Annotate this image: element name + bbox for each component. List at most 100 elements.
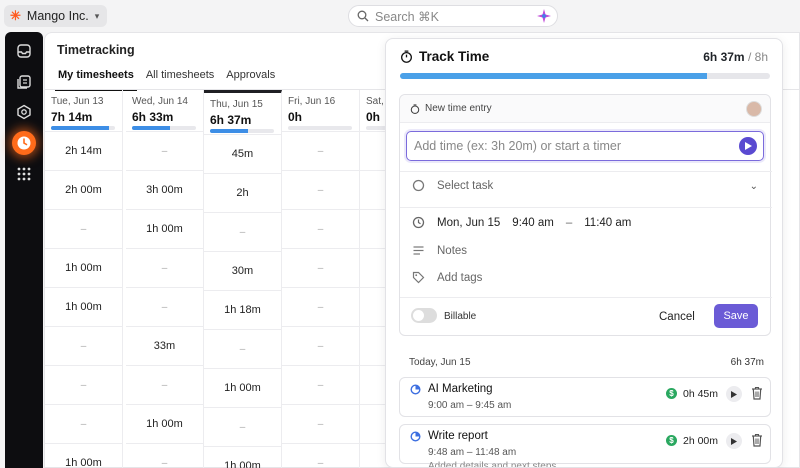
time-cell[interactable]: 1h 00m	[126, 405, 203, 444]
left-rail	[5, 32, 43, 468]
tags-row[interactable]: Add tags	[412, 271, 482, 284]
time-cell[interactable]: 1h 00m	[45, 249, 122, 288]
time-cell[interactable]: 1h 00m	[45, 444, 122, 468]
time-cell[interactable]: 2h 14m	[45, 132, 122, 171]
tab-my-timesheets[interactable]: My timesheets	[55, 69, 137, 91]
add-time-input[interactable]: Add time (ex: 3h 20m) or start a timer	[406, 131, 764, 161]
time-cell[interactable]: 2h 00m	[45, 171, 122, 210]
time-cell[interactable]: 1h 00m	[45, 288, 122, 327]
day-column: Thu, Jun 15 6h 37m 45m 2h –30m 1h 18m –1h 00m –…	[204, 90, 282, 468]
time-cell[interactable]: 1h 00m	[126, 210, 203, 249]
time-cell[interactable]: 45m	[204, 135, 281, 174]
timesheet-grid: Tue, Jun 13 7h 14m 2h 14m 2h 00m –1h 00m 1h 0…	[45, 90, 390, 468]
rail-timetracking[interactable]	[12, 131, 36, 155]
entry-end-time[interactable]: 11:40 am	[584, 217, 631, 229]
time-cell[interactable]: 3h 00m	[126, 171, 203, 210]
time-cell[interactable]: –	[282, 249, 359, 288]
day-label: Thu, Jun 15	[210, 99, 263, 110]
notes-row[interactable]: Notes	[412, 244, 467, 257]
entry-footer: Billable Cancel Save	[400, 297, 772, 337]
time-cell[interactable]: 2h	[204, 174, 281, 213]
time-cell[interactable]: –	[45, 327, 122, 366]
billable-dollar-icon: $	[666, 388, 677, 399]
time-cell[interactable]: 1h 00m	[204, 447, 281, 468]
time-cell[interactable]: –	[126, 288, 203, 327]
time-cell[interactable]: –	[45, 210, 122, 249]
entry-date[interactable]: Mon, Jun 15	[437, 217, 500, 229]
time-cell[interactable]: –	[282, 288, 359, 327]
billable-label: Billable	[444, 311, 477, 322]
time-cell[interactable]: –	[282, 171, 359, 210]
resume-timer-button[interactable]	[726, 433, 742, 449]
time-cell[interactable]: –	[282, 210, 359, 249]
entry-task-name[interactable]: AI Marketing	[428, 383, 493, 395]
billable-dollar-icon: $	[666, 435, 677, 446]
day-column: Wed, Jun 14 6h 33m –3h 00m 1h 00m – –33m –1h 0…	[126, 90, 204, 468]
avatar[interactable]	[746, 101, 762, 117]
new-entry-label: New time entry	[425, 103, 492, 114]
ai-assistant-icon[interactable]	[537, 9, 551, 23]
day-column: Tue, Jun 13 7h 14m 2h 14m 2h 00m –1h 00m 1h 0…	[45, 90, 123, 468]
rail-inbox[interactable]	[14, 41, 34, 61]
workspace-logo-icon: ✳	[10, 8, 21, 23]
tracked-total: 6h 37m / 8h	[703, 50, 768, 64]
in-progress-status-icon	[410, 384, 421, 395]
time-cell[interactable]: –	[204, 330, 281, 369]
time-entry-item[interactable]: Write report 9:48 am – 11:48 am $2h 00m Add…	[399, 424, 771, 467]
tracked-total-separator: /	[747, 50, 752, 64]
rail-hub[interactable]	[14, 102, 34, 122]
time-cell[interactable]: –	[204, 408, 281, 447]
time-cell[interactable]: 1h 18m	[204, 291, 281, 330]
time-cell[interactable]: –	[282, 132, 359, 171]
trash-icon[interactable]	[751, 433, 763, 447]
time-cell[interactable]: –	[282, 405, 359, 444]
time-cell[interactable]: –	[126, 366, 203, 405]
cancel-button[interactable]: Cancel	[655, 308, 699, 326]
clock-icon	[412, 216, 425, 229]
time-cell[interactable]: –	[126, 249, 203, 288]
rail-docs[interactable]	[14, 72, 34, 92]
time-cell[interactable]: –	[282, 444, 359, 468]
day-progress-fill	[132, 126, 171, 130]
rail-apps[interactable]	[14, 164, 34, 184]
time-cell[interactable]: –	[45, 405, 122, 444]
day-progress-fill	[51, 126, 109, 130]
day-header: Thu, Jun 15 6h 37m	[204, 93, 281, 135]
time-cell[interactable]: –	[204, 213, 281, 252]
save-button[interactable]: Save	[714, 304, 758, 328]
time-cell[interactable]: –	[282, 366, 359, 405]
day-total: 0h	[288, 110, 303, 124]
trash-icon[interactable]	[751, 386, 763, 400]
stopwatch-icon	[401, 50, 412, 63]
apps-grid-icon	[17, 167, 31, 181]
docs-icon	[17, 75, 31, 89]
time-cell[interactable]: –	[282, 327, 359, 366]
day-progress-bar	[132, 126, 196, 130]
entry-time-range: 9:00 am – 9:45 am	[428, 400, 512, 411]
entry-duration: 2h 00m	[683, 435, 719, 447]
select-task-row[interactable]: Select task	[412, 179, 493, 192]
time-cell[interactable]: 1h 00m	[204, 369, 281, 408]
time-entry-item[interactable]: AI Marketing 9:00 am – 9:45 am $0h 45m	[399, 377, 771, 417]
workspace-name: Mango Inc.	[26, 9, 89, 23]
time-cell[interactable]: –	[126, 444, 203, 468]
tab-all-timesheets[interactable]: All timesheets	[143, 69, 217, 91]
entry-start-time[interactable]: 9:40 am	[512, 217, 554, 229]
chevron-down-icon[interactable]: ⌄	[750, 181, 758, 192]
tab-approvals[interactable]: Approvals	[223, 69, 278, 91]
time-cell[interactable]: –	[126, 132, 203, 171]
timesheet-tabs: My timesheets All timesheets Approvals	[55, 69, 284, 91]
date-time-row[interactable]: Mon, Jun 15 9:40 am – 11:40 am	[412, 216, 631, 229]
day-progress-bar	[288, 126, 352, 130]
start-timer-button[interactable]	[739, 137, 757, 155]
time-cell[interactable]: 30m	[204, 252, 281, 291]
resume-timer-button[interactable]	[726, 386, 742, 402]
notes-icon	[413, 246, 424, 255]
time-cell[interactable]: 33m	[126, 327, 203, 366]
workspace-switcher[interactable]: ✳ Mango Inc. ▾	[4, 5, 108, 27]
search-input[interactable]: Search ⌘K	[348, 5, 558, 27]
billable-toggle[interactable]	[411, 308, 437, 323]
entry-task-name[interactable]: Write report	[428, 430, 488, 442]
time-cell[interactable]: –	[45, 366, 122, 405]
entry-time-range: 9:48 am – 11:48 am	[428, 447, 517, 458]
